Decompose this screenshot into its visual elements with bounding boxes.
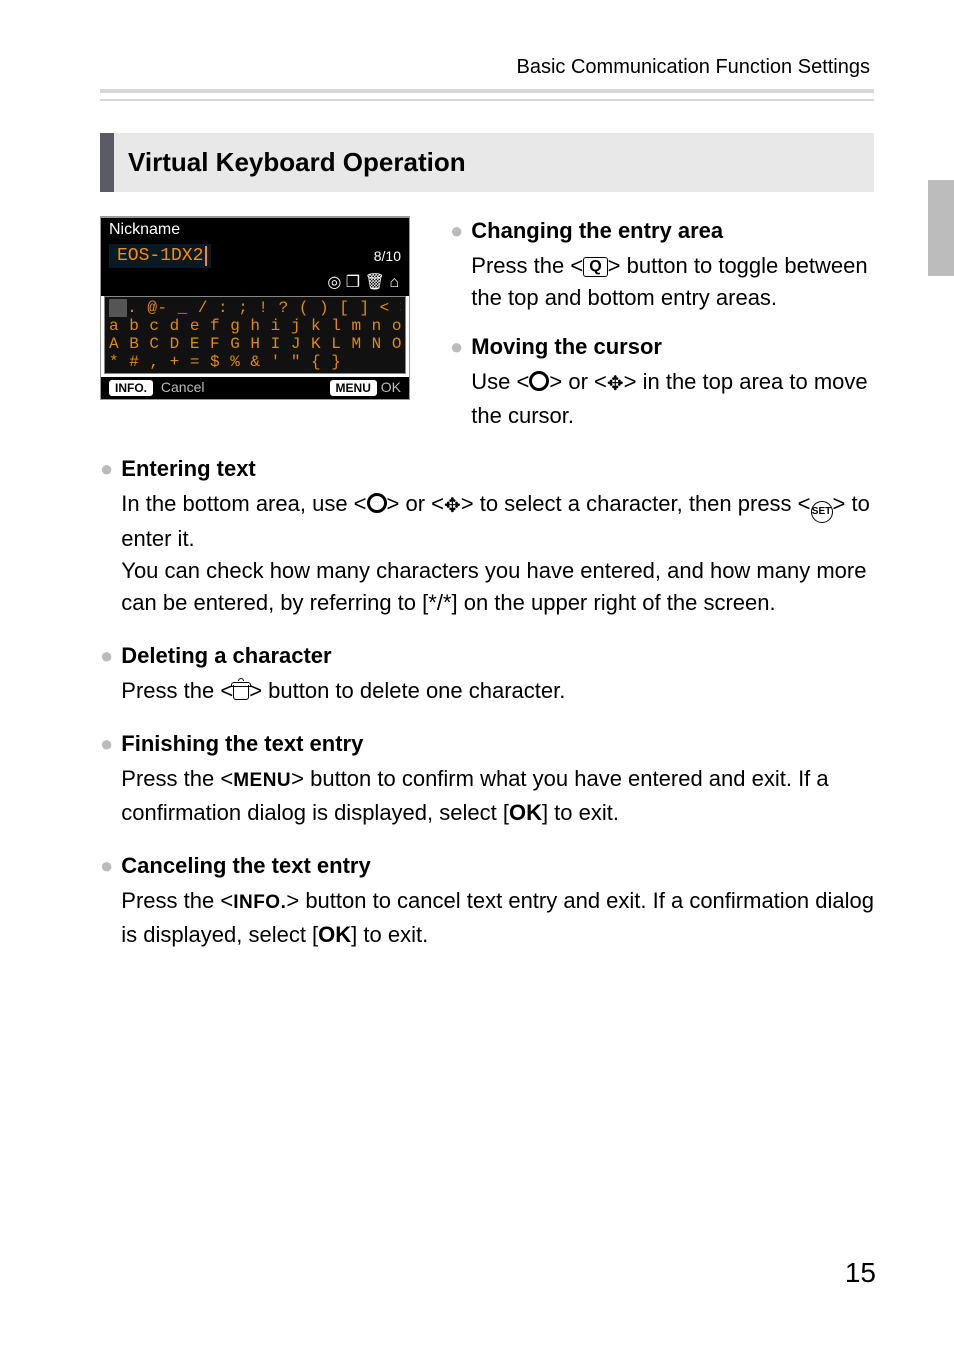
tab-accent [928, 180, 954, 276]
bullet-text: Press the <> button to delete one charac… [121, 675, 874, 707]
bullet-text: Press the <Q> button to toggle between t… [471, 250, 874, 314]
bullet-title: Deleting a character [121, 641, 874, 671]
scr-info-pill: INFO. [109, 380, 153, 396]
bullet-dot-icon: ● [100, 851, 113, 951]
set-button-icon: SET [811, 501, 833, 523]
ok-label: OK [509, 800, 542, 825]
header-rule [100, 89, 874, 93]
bullet-finishing: ● Finishing the text entry Press the <ME… [100, 729, 874, 829]
scr-cancel: Cancel [157, 379, 204, 395]
lcd-screenshot: Nickname EOS-1DX2 8/10 ◎ ❐ 🗑 ⌂ . @- _ / … [100, 216, 410, 400]
kb-row-2: A B C D E F G H I J K L M N O P Q R S T … [109, 335, 401, 353]
section-title: Virtual Keyboard Operation [100, 133, 874, 192]
bullet-canceling: ● Canceling the text entry Press the <IN… [100, 851, 874, 951]
trash-icon [233, 682, 249, 700]
bullet-title: Finishing the text entry [121, 729, 874, 759]
bullet-dot-icon: ● [100, 454, 113, 619]
multi-controller-icon: ✥ [444, 490, 461, 522]
scr-counter: 8/10 [374, 248, 401, 264]
menu-button-icon: MENU [233, 770, 291, 791]
kb-row-0: . @- _ / : ; ! ? ( ) [ ] < > 0 1 2 3 4 5… [109, 299, 401, 317]
bullet-text: In the bottom area, use <> or <✥> to sel… [121, 488, 874, 555]
running-header: Basic Communication Function Settings [517, 56, 871, 79]
bullet-text-2: You can check how many characters you ha… [121, 555, 874, 619]
bullet-deleting: ● Deleting a character Press the <> butt… [100, 641, 874, 707]
kb-row-3: * # , + = $ % & ' " { } [109, 353, 401, 371]
bullet-title: Moving the cursor [471, 332, 874, 362]
scr-icon-row: ◎ ❐ 🗑 ⌂ [101, 270, 409, 296]
dial-icon [367, 493, 387, 513]
scr-ok: OK [377, 379, 401, 395]
scr-input: EOS-1DX2 [109, 244, 211, 268]
scr-keyboard: . @- _ / : ; ! ? ( ) [ ] < > 0 1 2 3 4 5… [104, 296, 406, 374]
q-button-icon: Q [583, 257, 607, 277]
bullet-dot-icon: ● [100, 729, 113, 829]
bullet-entering-text: ● Entering text In the bottom area, use … [100, 454, 874, 619]
scr-menu-pill: MENU [330, 380, 377, 396]
bullet-moving-cursor: ● Moving the cursor Use <> or <✥> in the… [450, 332, 874, 432]
info-button-icon: INFO. [233, 892, 286, 913]
bullet-dot-icon: ● [100, 641, 113, 707]
bullet-text: Press the <MENU> button to confirm what … [121, 763, 874, 829]
bullet-text: Press the <INFO.> button to cancel text … [121, 885, 874, 951]
header-rule-thin [100, 99, 874, 101]
bullet-text: Use <> or <✥> in the top area to move th… [471, 366, 874, 432]
bullet-title: Entering text [121, 454, 874, 484]
bullet-dot-icon: ● [450, 216, 463, 314]
bullet-title: Canceling the text entry [121, 851, 874, 881]
page-number: 15 [845, 1257, 876, 1289]
kb-row-1: a b c d e f g h i j k l m n o p q r s t … [109, 317, 401, 335]
bullet-changing-area: ● Changing the entry area Press the <Q> … [450, 216, 874, 314]
scr-title: Nickname [101, 218, 409, 242]
bullet-title: Changing the entry area [471, 216, 874, 246]
multi-controller-icon: ✥ [607, 368, 624, 400]
ok-label: OK [318, 922, 351, 947]
scr-input-value: EOS-1DX2 [117, 246, 203, 266]
scr-footer: INFO. Cancel MENU OK [101, 377, 409, 399]
dial-icon [529, 371, 549, 391]
bullet-dot-icon: ● [450, 332, 463, 432]
